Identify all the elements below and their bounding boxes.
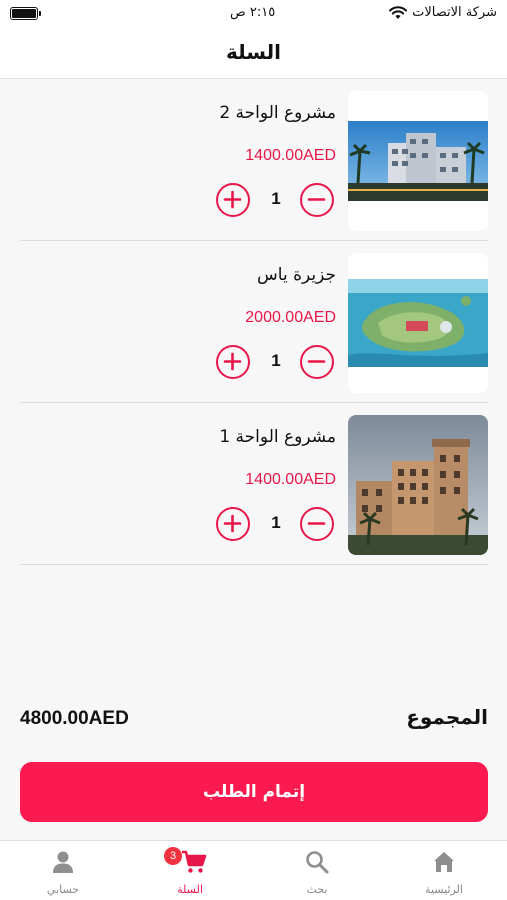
carrier-name: شركة الاتصالات (412, 5, 497, 20)
app-header: السلة (0, 28, 507, 79)
cart-item[interactable]: مشروع الواحة 1 1400.00AED 1 (20, 403, 488, 565)
plus-icon (223, 514, 242, 533)
bottom-tab-bar: الرئيسية بحث 3 السلة حسابي (0, 840, 507, 900)
home-icon (431, 849, 457, 875)
cart-item[interactable]: جزيرة ياس 2000.00AED 1 (20, 241, 488, 403)
total-value: 4800.00AED (20, 708, 129, 729)
tab-account[interactable]: حسابي (0, 841, 126, 900)
user-icon (50, 849, 76, 875)
cart-list: مشروع الواحة 2 1400.00AED 1 جزيرة ياس 20… (20, 79, 488, 565)
battery-icon (10, 7, 41, 20)
product-price: 1400.00AED (245, 147, 336, 164)
product-image[interactable] (348, 415, 488, 555)
quantity-value: 1 (271, 189, 281, 208)
quantity-value: 1 (271, 351, 281, 370)
plus-icon (223, 190, 242, 209)
product-name: جزيرة ياس (257, 265, 336, 285)
wifi-icon (389, 6, 407, 24)
page-title: السلة (225, 40, 281, 64)
quantity-stepper: 1 (216, 507, 336, 541)
tab-search-label: بحث (306, 883, 328, 896)
clock: ٢:١٥ ص (230, 5, 276, 20)
tab-home[interactable]: الرئيسية (381, 841, 507, 900)
decrease-quantity-button[interactable] (300, 183, 334, 217)
minus-icon (307, 522, 326, 525)
tab-cart-label: السلة (177, 883, 203, 896)
total-label: المجموع (406, 705, 488, 729)
product-name: مشروع الواحة 1 (219, 427, 336, 447)
cart-item[interactable]: مشروع الواحة 2 1400.00AED 1 (20, 79, 488, 241)
product-name: مشروع الواحة 2 (219, 103, 336, 123)
cart-icon (181, 849, 207, 875)
status-bar: شركة الاتصالات ٢:١٥ ص (0, 0, 507, 28)
minus-icon (307, 360, 326, 363)
product-image[interactable] (348, 91, 488, 231)
increase-quantity-button[interactable] (216, 507, 250, 541)
quantity-value: 1 (271, 513, 281, 532)
increase-quantity-button[interactable] (216, 183, 250, 217)
product-price: 1400.00AED (245, 471, 336, 488)
product-image[interactable] (348, 253, 488, 393)
tab-search[interactable]: بحث (254, 841, 380, 900)
cart-count-badge: 3 (164, 847, 182, 865)
plus-icon (223, 352, 242, 371)
tab-account-label: حسابي (46, 883, 80, 896)
tab-cart[interactable]: 3 السلة (127, 841, 253, 900)
increase-quantity-button[interactable] (216, 345, 250, 379)
search-icon (304, 849, 330, 875)
minus-icon (307, 198, 326, 201)
order-total: المجموع 4800.00AED (20, 703, 488, 739)
quantity-stepper: 1 (216, 345, 336, 379)
product-price: 2000.00AED (245, 309, 336, 326)
tab-home-label: الرئيسية (425, 883, 463, 896)
decrease-quantity-button[interactable] (300, 345, 334, 379)
decrease-quantity-button[interactable] (300, 507, 334, 541)
checkout-button[interactable]: إتمام الطلب (20, 762, 488, 822)
quantity-stepper: 1 (216, 183, 336, 217)
